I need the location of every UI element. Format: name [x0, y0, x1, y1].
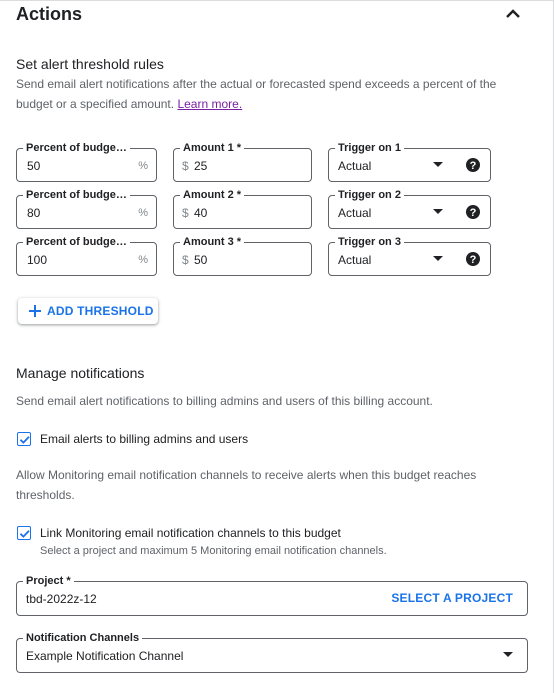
trigger-select-3[interactable]: Trigger on 3 Actual ? [328, 235, 491, 276]
project-field-label: Project * [23, 574, 74, 588]
currency-prefix: $ [182, 159, 189, 173]
trigger-value: Actual [338, 206, 372, 220]
link-monitoring-subtext: Select a project and maximum 5 Monitorin… [40, 545, 387, 557]
help-icon[interactable]: ? [465, 204, 481, 220]
help-icon[interactable]: ? [465, 157, 481, 173]
percent-value: 50 [27, 159, 41, 173]
dropdown-arrow-icon [503, 652, 513, 657]
trigger-select-1[interactable]: Trigger on 1 Actual ? [328, 141, 491, 182]
amount-value: 25 [194, 159, 208, 173]
percent-field-label: Percent of budge… [23, 141, 130, 155]
checkmark-icon [19, 530, 30, 538]
amount-field-3[interactable]: Amount 3 * $ 50 [173, 235, 312, 276]
checkmark-icon [19, 436, 30, 444]
percent-suffix: % [138, 207, 148, 219]
svg-text:?: ? [470, 207, 477, 219]
percent-value: 100 [27, 253, 48, 267]
link-monitoring-label: Link Monitoring email notification chann… [40, 526, 341, 540]
trigger-select-2[interactable]: Trigger on 2 Actual ? [328, 188, 491, 229]
notifications-heading: Manage notifications [16, 365, 145, 381]
amount-field-1[interactable]: Amount 1 * $ 25 [173, 141, 312, 182]
project-field[interactable]: Project * tbd-2022z-12 SELECT A PROJECT [16, 574, 528, 616]
top-divider [0, 0, 554, 1]
percent-field-label: Percent of budge… [23, 235, 130, 249]
amount-field-label: Amount 3 * [180, 235, 245, 249]
percent-field-label: Percent of budge… [23, 188, 130, 202]
project-value: tbd-2022z-12 [26, 592, 97, 606]
add-threshold-label: ADD THRESHOLD [47, 304, 154, 318]
svg-text:?: ? [470, 254, 477, 266]
email-alerts-checkbox[interactable] [17, 432, 31, 446]
threshold-rules-description: Send email alert notifications after the… [16, 74, 536, 114]
percent-suffix: % [138, 160, 148, 172]
trigger-value: Actual [338, 253, 372, 267]
amount-field-2[interactable]: Amount 2 * $ 40 [173, 188, 312, 229]
threshold-description-text: Send email alert notifications after the… [16, 77, 497, 111]
currency-prefix: $ [182, 253, 189, 267]
monitoring-description: Allow Monitoring email notification chan… [16, 468, 477, 502]
trigger-value: Actual [338, 159, 372, 173]
notification-channels-select[interactable]: Notification Channels Example Notificati… [16, 631, 528, 673]
svg-text:?: ? [470, 160, 477, 172]
dropdown-arrow-icon [433, 256, 443, 261]
amount-value: 50 [194, 253, 208, 267]
chevron-up-icon[interactable] [503, 4, 523, 24]
trigger-field-label: Trigger on 1 [335, 141, 404, 155]
dropdown-arrow-icon [433, 209, 443, 214]
trigger-field-label: Trigger on 2 [335, 188, 404, 202]
section-title: Actions [16, 4, 83, 24]
add-threshold-button[interactable]: ADD THRESHOLD [18, 298, 158, 324]
link-monitoring-checkbox[interactable] [17, 526, 31, 540]
channels-value: Example Notification Channel [26, 649, 184, 663]
percent-of-budget-field-1[interactable]: Percent of budge… 50 % [16, 141, 157, 182]
percent-of-budget-field-2[interactable]: Percent of budge… 80 % [16, 188, 157, 229]
amount-field-label: Amount 2 * [180, 188, 245, 202]
currency-prefix: $ [182, 206, 189, 220]
select-project-button[interactable]: SELECT A PROJECT [391, 591, 513, 605]
learn-more-link[interactable]: Learn more. [177, 97, 242, 111]
percent-value: 80 [27, 206, 41, 220]
amount-value: 40 [194, 206, 208, 220]
channels-field-label: Notification Channels [23, 631, 143, 645]
percent-of-budget-field-3[interactable]: Percent of budge… 100 % [16, 235, 157, 276]
threshold-rules-heading: Set alert threshold rules [16, 56, 164, 72]
percent-suffix: % [138, 254, 148, 266]
notifications-description: Send email alert notifications to billin… [16, 394, 433, 408]
amount-field-label: Amount 1 * [180, 141, 245, 155]
email-alerts-label: Email alerts to billing admins and users [40, 432, 249, 446]
plus-icon [29, 305, 41, 317]
dropdown-arrow-icon [433, 162, 443, 167]
trigger-field-label: Trigger on 3 [335, 235, 404, 249]
help-icon[interactable]: ? [465, 251, 481, 267]
